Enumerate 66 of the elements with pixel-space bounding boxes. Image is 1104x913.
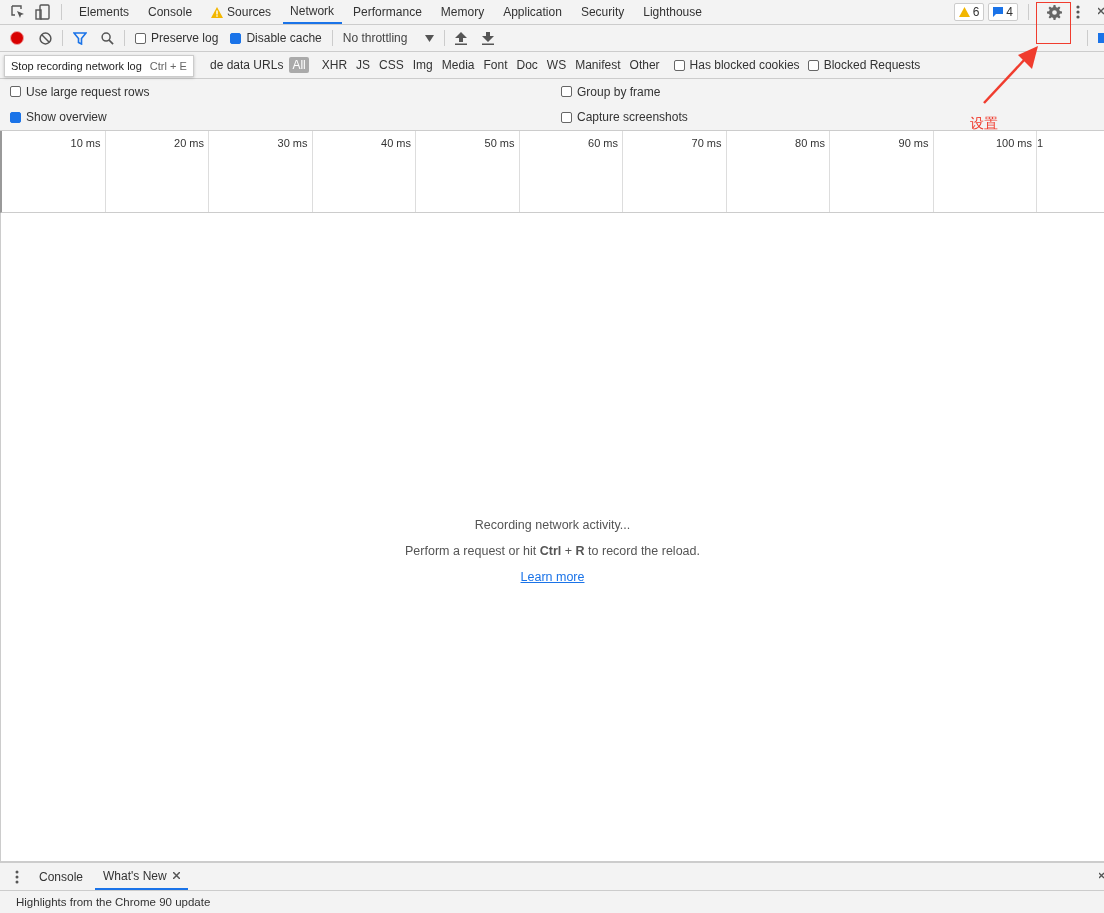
type-filter[interactable]: Other (626, 57, 663, 73)
status-title: Recording network activity... (474, 518, 631, 532)
drawer-text: Highlights from the Chrome 90 update (16, 896, 211, 908)
throttling-dropdown[interactable]: No throttling (342, 31, 435, 45)
panel-tab[interactable]: Security (573, 0, 633, 24)
search-icon[interactable] (101, 31, 114, 45)
close-icon[interactable] (1098, 7, 1104, 17)
caret-icon (425, 34, 435, 42)
highlight-frame (1036, 2, 1071, 44)
panel-tab[interactable]: Sources (204, 0, 280, 24)
record-icon[interactable] (10, 31, 24, 45)
type-filter[interactable]: WS (543, 57, 570, 73)
inspect-icon[interactable] (11, 5, 25, 19)
tick-label: 40 ms (381, 137, 411, 149)
setting-checkbox[interactable]: Use large request rows (10, 84, 552, 99)
hint-text: Perform a request or hit Ctrl + R to record the reload. (405, 544, 700, 558)
more-icon[interactable] (1076, 5, 1080, 19)
filter-checkbox[interactable]: Blocked Requests (807, 58, 921, 72)
setting-checkbox[interactable]: Group by frame (561, 84, 1104, 99)
tick-label: 100 ms (995, 137, 1032, 149)
warning-icon (958, 7, 970, 17)
issue-counter[interactable]: 4 (988, 3, 1018, 21)
filter-checkbox[interactable]: Has blocked cookies (673, 58, 800, 72)
issue-counter[interactable]: 6 (953, 3, 985, 21)
annotation-label: 设置 (970, 115, 998, 133)
panel-tab[interactable]: Application (496, 0, 570, 24)
type-filter[interactable]: Img (409, 57, 436, 73)
tick-label: 1 (1037, 137, 1044, 149)
type-filter[interactable]: JS (353, 57, 374, 73)
type-filter[interactable]: XHR (318, 57, 351, 73)
tick-label: 90 ms (898, 137, 929, 149)
close-icon[interactable] (172, 872, 180, 879)
tooltip: Stop recording network log Ctrl + E (4, 55, 194, 77)
clear-icon[interactable] (39, 31, 52, 45)
annotation-arrow (982, 45, 1040, 105)
download-icon[interactable] (482, 31, 495, 45)
preserve-log-checkbox[interactable]: Preserve log (135, 31, 219, 45)
tick-label: 60 ms (588, 137, 618, 149)
message-icon (993, 7, 1004, 17)
drawer-tab[interactable]: Console (31, 863, 92, 890)
settings-icon[interactable] (1047, 4, 1062, 20)
device-icon[interactable] (35, 4, 51, 20)
disable-cache-checkbox[interactable]: Disable cache (230, 31, 322, 45)
hide-data-urls-label: de data URLs (210, 58, 284, 72)
tick-label: 10 ms (70, 137, 101, 149)
learn-more-link[interactable]: Learn more (520, 570, 585, 584)
type-filter[interactable]: CSS (376, 57, 407, 73)
type-filter[interactable]: Doc (513, 57, 541, 73)
tick-label: 30 ms (277, 137, 308, 149)
tick-label: 20 ms (174, 137, 204, 149)
panel-tab[interactable]: Lighthouse (636, 0, 710, 24)
setting-checkbox[interactable]: Show overview (10, 110, 552, 125)
close-icon[interactable] (1099, 872, 1104, 881)
panel-tab[interactable]: Memory (433, 0, 493, 24)
type-filter[interactable]: Font (480, 57, 511, 73)
panel-tab[interactable]: Performance (346, 0, 430, 24)
type-filter[interactable]: Manifest (572, 57, 624, 73)
upload-icon[interactable] (455, 31, 468, 45)
tick-label: 50 ms (484, 137, 515, 149)
more-icon[interactable] (15, 869, 19, 884)
panel-tab[interactable]: Console (141, 0, 201, 24)
filter-icon[interactable] (73, 31, 87, 45)
panel-tab[interactable]: Elements (72, 0, 138, 24)
type-filter[interactable]: Media (438, 57, 478, 73)
tick-label: 70 ms (691, 137, 722, 149)
tick-label: 80 ms (795, 137, 825, 149)
